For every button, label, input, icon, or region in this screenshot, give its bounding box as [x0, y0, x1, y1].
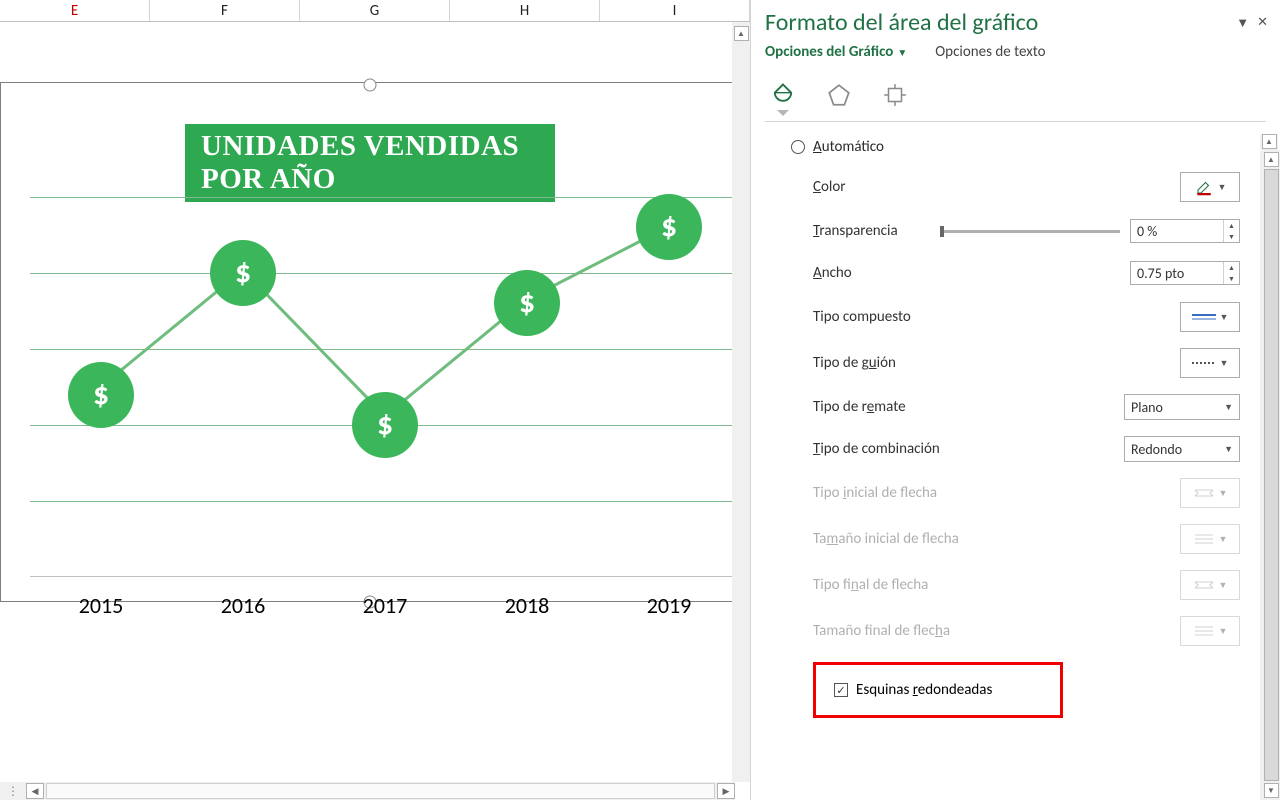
- dollar-marker-icon: $: [68, 362, 134, 428]
- scroll-down-icon[interactable]: ▼: [1264, 783, 1279, 798]
- arrow-end-type-label: Tipo final de flecha: [813, 576, 928, 594]
- x-label: 2018: [456, 592, 598, 619]
- transparency-slider[interactable]: [940, 230, 1120, 233]
- scroll-thumb[interactable]: [1264, 169, 1279, 781]
- effects-tab-icon[interactable]: [821, 77, 857, 113]
- chart-title[interactable]: UNIDADES VENDIDAS POR AÑO: [185, 124, 555, 202]
- arrow-begin-type-picker: ▼: [1180, 478, 1240, 508]
- dash-type-label: Tipo de guión: [813, 354, 896, 372]
- cap-type-label: Tipo de remate: [813, 398, 906, 416]
- selection-handle-top[interactable]: [364, 79, 377, 92]
- svg-text:$: $: [235, 254, 251, 292]
- dollar-marker-icon: $: [494, 270, 560, 336]
- column-headers: E F G H I: [0, 0, 750, 22]
- svg-text:$: $: [93, 376, 109, 414]
- arrow-begin-size-label: Tamaño inicial de flecha: [813, 530, 959, 548]
- scroll-left-icon[interactable]: ◀: [26, 783, 44, 799]
- color-picker[interactable]: ▼: [1180, 172, 1240, 202]
- pane-outer-scrollbar[interactable]: ▲ ▼: [1262, 150, 1280, 800]
- cap-type-select[interactable]: Plano▼: [1124, 394, 1240, 420]
- format-pane: Formato del área del gráfico ▼ ✕ Opcione…: [750, 0, 1280, 800]
- arrow-end-size-label: Tamaño final de flecha: [813, 622, 950, 640]
- rounded-corners-checkbox[interactable]: ✓ Esquinas redondeadas: [813, 662, 1063, 718]
- compound-type-picker[interactable]: ▼: [1180, 302, 1240, 332]
- x-label: 2015: [30, 592, 172, 619]
- x-label: 2016: [172, 592, 314, 619]
- color-label: Color: [813, 178, 846, 196]
- x-label: 2019: [598, 592, 740, 619]
- transparency-label: Transparencia: [813, 222, 898, 240]
- svg-text:$: $: [519, 284, 535, 322]
- svg-text:$: $: [377, 406, 393, 444]
- arrow-end-size-picker: ▼: [1180, 616, 1240, 646]
- arrow-begin-type-label: Tipo inicial de flecha: [813, 484, 937, 502]
- scroll-up-icon[interactable]: ▲: [734, 26, 749, 41]
- size-props-tab-icon[interactable]: [877, 77, 913, 113]
- automatic-radio[interactable]: Automático: [791, 138, 1222, 156]
- horizontal-scrollbar[interactable]: ⋮ ◀ ▶: [0, 782, 735, 800]
- col-header[interactable]: E: [0, 0, 150, 21]
- scroll-up-icon[interactable]: ▲: [1264, 152, 1279, 167]
- format-category-tabs: [751, 69, 1280, 113]
- width-label: Ancho: [813, 264, 852, 282]
- col-header[interactable]: I: [600, 0, 750, 21]
- scroll-track[interactable]: [46, 783, 715, 799]
- col-header[interactable]: G: [300, 0, 450, 21]
- join-type-select[interactable]: Redondo▼: [1124, 436, 1240, 462]
- col-header[interactable]: H: [450, 0, 600, 21]
- join-type-label: Tipo de combinación: [813, 440, 940, 458]
- col-header[interactable]: F: [150, 0, 300, 21]
- dollar-marker-icon: $: [352, 392, 418, 458]
- scroll-right-icon[interactable]: ▶: [717, 783, 735, 799]
- x-axis: [30, 576, 740, 577]
- x-axis-labels: 2015 2016 2017 2018 2019: [30, 592, 740, 619]
- plot-area: $ $ $ $ $: [30, 197, 740, 577]
- x-label: 2017: [314, 592, 456, 619]
- arrow-begin-size-picker: ▼: [1180, 524, 1240, 554]
- vertical-scrollbar[interactable]: ▲: [732, 22, 750, 782]
- pane-options-icon[interactable]: ▼: [1236, 15, 1249, 31]
- text-options-tab[interactable]: Opciones de texto: [935, 43, 1045, 61]
- chart-object[interactable]: UNIDADES VENDIDAS POR AÑO $ $ $ $ $ 2015 201…: [0, 22, 740, 627]
- transparency-spinner[interactable]: 0 %▲▼: [1130, 219, 1240, 243]
- dollar-marker-icon: $: [636, 194, 702, 260]
- svg-text:$: $: [661, 208, 677, 246]
- compound-type-label: Tipo compuesto: [813, 308, 911, 326]
- width-spinner[interactable]: 0.75 pto▲▼: [1130, 261, 1240, 285]
- chart-line-series: [30, 197, 740, 562]
- fill-line-tab-icon[interactable]: [765, 77, 801, 113]
- arrow-end-type-picker: ▼: [1180, 570, 1240, 600]
- scroll-up-icon[interactable]: ▲: [1262, 134, 1277, 149]
- worksheet-area: E F G H I UNIDADES VENDIDAS POR AÑO $$$$…: [0, 0, 750, 800]
- sheet-tab-resize[interactable]: ⋮: [0, 784, 26, 799]
- pane-title: Formato del área del gráfico: [765, 8, 1038, 37]
- chart-options-tab[interactable]: Opciones del Gráfico▼: [765, 43, 907, 61]
- dash-type-picker[interactable]: ▼: [1180, 348, 1240, 378]
- pane-close-icon[interactable]: ✕: [1257, 15, 1268, 31]
- dollar-marker-icon: $: [210, 240, 276, 306]
